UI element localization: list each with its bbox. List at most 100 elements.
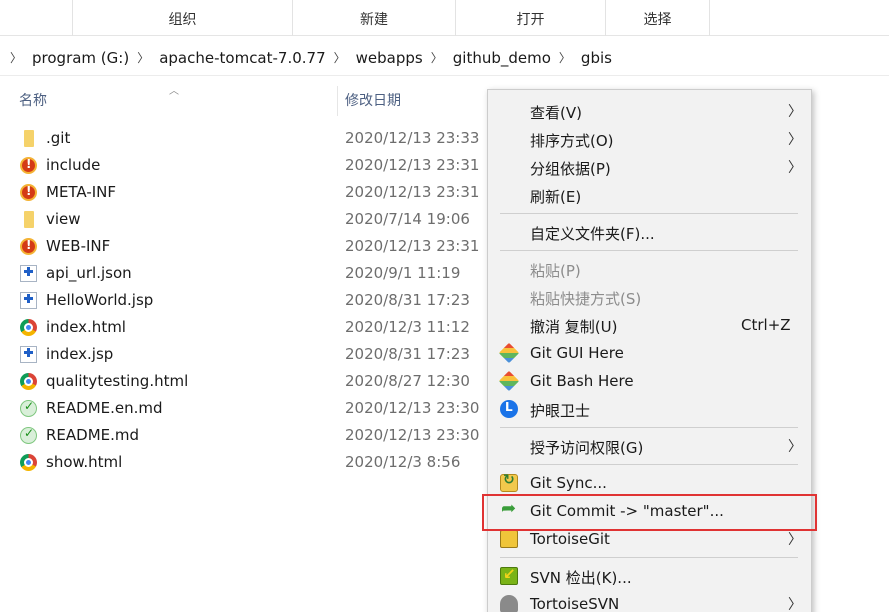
menu-item-git-bash[interactable]: Git Bash Here bbox=[488, 367, 811, 395]
chevron-right-icon[interactable]: 〉 bbox=[334, 49, 346, 66]
chevron-right-icon[interactable]: 〉 bbox=[431, 49, 443, 66]
menu-item-label: Git Sync... bbox=[530, 474, 607, 492]
menu-separator bbox=[500, 213, 798, 214]
file-date: 2020/12/13 23:31 bbox=[345, 183, 480, 201]
file-date: 2020/12/13 23:30 bbox=[345, 399, 480, 417]
menu-item-git-gui[interactable]: Git GUI Here bbox=[488, 339, 811, 367]
menu-item-customize-folder[interactable]: 自定义文件夹(F)... bbox=[488, 218, 811, 246]
column-header-name[interactable]: 名称 bbox=[19, 86, 47, 116]
menu-item-paste: 粘贴(P) bbox=[488, 255, 811, 283]
file-row-include[interactable]: include 2020/12/13 23:31 bbox=[0, 152, 490, 179]
file-date: 2020/12/13 23:31 bbox=[345, 156, 480, 174]
file-date: 2020/8/31 17:23 bbox=[345, 291, 470, 309]
file-row-git[interactable]: .git 2020/12/13 23:33 bbox=[0, 125, 490, 152]
file-row-index-html[interactable]: index.html 2020/12/3 11:12 bbox=[0, 314, 490, 341]
submenu-arrow-icon: 〉 bbox=[788, 132, 802, 148]
file-row-api-url-json[interactable]: api_url.json 2020/9/1 11:19 bbox=[0, 260, 490, 287]
svn-checkout-icon bbox=[500, 565, 518, 585]
file-name: WEB-INF bbox=[46, 237, 111, 255]
breadcrumb-gbis[interactable]: gbis bbox=[581, 49, 612, 67]
column-header-modified[interactable]: 修改日期 bbox=[345, 86, 401, 116]
conflict-folder-icon bbox=[20, 157, 37, 174]
menu-item-group-by[interactable]: 分组依据(P) 〉 bbox=[488, 153, 811, 181]
file-date: 2020/9/1 11:19 bbox=[345, 264, 461, 282]
menu-separator bbox=[500, 427, 798, 428]
file-row-qualitytesting-html[interactable]: qualitytesting.html 2020/8/27 12:30 bbox=[0, 368, 490, 395]
chevron-right-icon[interactable]: 〉 bbox=[137, 49, 149, 66]
breadcrumb-github-demo[interactable]: github_demo bbox=[453, 49, 551, 67]
menu-item-svn-checkout[interactable]: SVN 检出(K)... bbox=[488, 562, 811, 590]
menu-item-label: 授予访问权限(G) bbox=[530, 439, 644, 457]
file-row-readme-en-md[interactable]: README.en.md 2020/12/13 23:30 bbox=[0, 395, 490, 422]
menu-item-sort-by[interactable]: 排序方式(O) 〉 bbox=[488, 125, 811, 153]
menu-separator bbox=[500, 250, 798, 251]
menu-item-view[interactable]: 查看(V) 〉 bbox=[488, 97, 811, 125]
chevron-right-icon[interactable]: 〉 bbox=[559, 49, 571, 66]
breadcrumb-drive[interactable]: program (G:) bbox=[32, 49, 129, 67]
menu-item-label: 分组依据(P) bbox=[530, 160, 611, 178]
menu-item-label: 刷新(E) bbox=[530, 188, 582, 206]
menu-item-tortoise-svn[interactable]: TortoiseSVN 〉 bbox=[488, 590, 811, 612]
file-name: README.en.md bbox=[46, 399, 163, 417]
file-name: README.md bbox=[46, 426, 140, 444]
file-name: .git bbox=[46, 129, 71, 147]
submenu-arrow-icon: 〉 bbox=[788, 104, 802, 120]
menu-item-undo-copy[interactable]: 撤消 复制(U) Ctrl+Z bbox=[488, 311, 811, 339]
chrome-html-icon bbox=[20, 373, 37, 390]
normal-file-icon bbox=[20, 399, 37, 417]
file-row-index-jsp[interactable]: index.jsp 2020/8/31 17:23 bbox=[0, 341, 490, 368]
file-name: api_url.json bbox=[46, 264, 132, 282]
file-name: show.html bbox=[46, 453, 123, 471]
menu-item-label: TortoiseGit bbox=[530, 530, 610, 548]
sort-ascending-icon: ︿ bbox=[169, 86, 179, 97]
file-row-helloworld-jsp[interactable]: HelloWorld.jsp 2020/8/31 17:23 bbox=[0, 287, 490, 314]
file-row-meta-inf[interactable]: META-INF 2020/12/13 23:31 bbox=[0, 179, 490, 206]
column-divider[interactable] bbox=[337, 86, 338, 116]
menu-item-git-sync[interactable]: Git Sync... bbox=[488, 469, 811, 497]
added-file-icon bbox=[20, 292, 37, 309]
file-date: 2020/8/31 17:23 bbox=[345, 345, 470, 363]
conflict-folder-icon bbox=[20, 184, 37, 201]
file-name: view bbox=[46, 210, 81, 228]
menu-item-label: 自定义文件夹(F)... bbox=[530, 225, 655, 243]
ribbon-group-open: 打开 bbox=[455, 0, 605, 36]
folder-icon bbox=[24, 130, 34, 147]
file-row-view[interactable]: view 2020/7/14 19:06 bbox=[0, 206, 490, 233]
submenu-arrow-icon: 〉 bbox=[788, 439, 802, 455]
added-file-icon bbox=[20, 265, 37, 282]
menu-item-label: 撤消 复制(U) bbox=[530, 318, 618, 336]
menu-item-label: 排序方式(O) bbox=[530, 132, 614, 150]
menu-item-label: SVN 检出(K)... bbox=[530, 569, 632, 587]
submenu-arrow-icon: 〉 bbox=[788, 160, 802, 176]
file-name: index.html bbox=[46, 318, 126, 336]
menu-item-label: TortoiseSVN bbox=[530, 595, 620, 612]
file-row-readme-md[interactable]: README.md 2020/12/13 23:30 bbox=[0, 422, 490, 449]
chevron-right-icon[interactable]: 〉 bbox=[10, 49, 22, 66]
normal-file-icon bbox=[20, 426, 37, 444]
breadcrumb-tomcat[interactable]: apache-tomcat-7.0.77 bbox=[159, 49, 325, 67]
submenu-arrow-icon: 〉 bbox=[788, 532, 802, 548]
breadcrumb-webapps[interactable]: webapps bbox=[356, 49, 423, 67]
menu-item-shortcut: Ctrl+Z bbox=[741, 316, 791, 334]
file-date: 2020/12/3 11:12 bbox=[345, 318, 470, 336]
menu-item-eye-guard[interactable]: 护眼卫士 bbox=[488, 395, 811, 423]
menu-item-label: 粘贴快捷方式(S) bbox=[530, 290, 642, 308]
file-row-show-html[interactable]: show.html 2020/12/3 8:56 bbox=[0, 449, 490, 476]
highlight-box bbox=[482, 494, 817, 531]
menu-item-refresh[interactable]: 刷新(E) bbox=[488, 181, 811, 209]
file-name: qualitytesting.html bbox=[46, 372, 189, 390]
file-name: HelloWorld.jsp bbox=[46, 291, 154, 309]
breadcrumb[interactable]: 〉 program (G:) 〉 apache-tomcat-7.0.77 〉 … bbox=[0, 40, 889, 76]
file-date: 2020/12/13 23:31 bbox=[345, 237, 480, 255]
context-menu: 查看(V) 〉 排序方式(O) 〉 分组依据(P) 〉 刷新(E) 自定义文件夹… bbox=[487, 89, 812, 612]
file-date: 2020/12/13 23:30 bbox=[345, 426, 480, 444]
menu-separator bbox=[500, 557, 798, 558]
file-date: 2020/12/3 8:56 bbox=[345, 453, 461, 471]
git-icon bbox=[498, 370, 520, 392]
file-row-web-inf[interactable]: WEB-INF 2020/12/13 23:31 bbox=[0, 233, 490, 260]
menu-item-label: Git Bash Here bbox=[530, 372, 634, 390]
added-file-icon bbox=[20, 346, 37, 363]
menu-item-label: 粘贴(P) bbox=[530, 262, 581, 280]
tortoise-svn-icon bbox=[500, 595, 518, 612]
menu-item-give-access[interactable]: 授予访问权限(G) 〉 bbox=[488, 432, 811, 460]
